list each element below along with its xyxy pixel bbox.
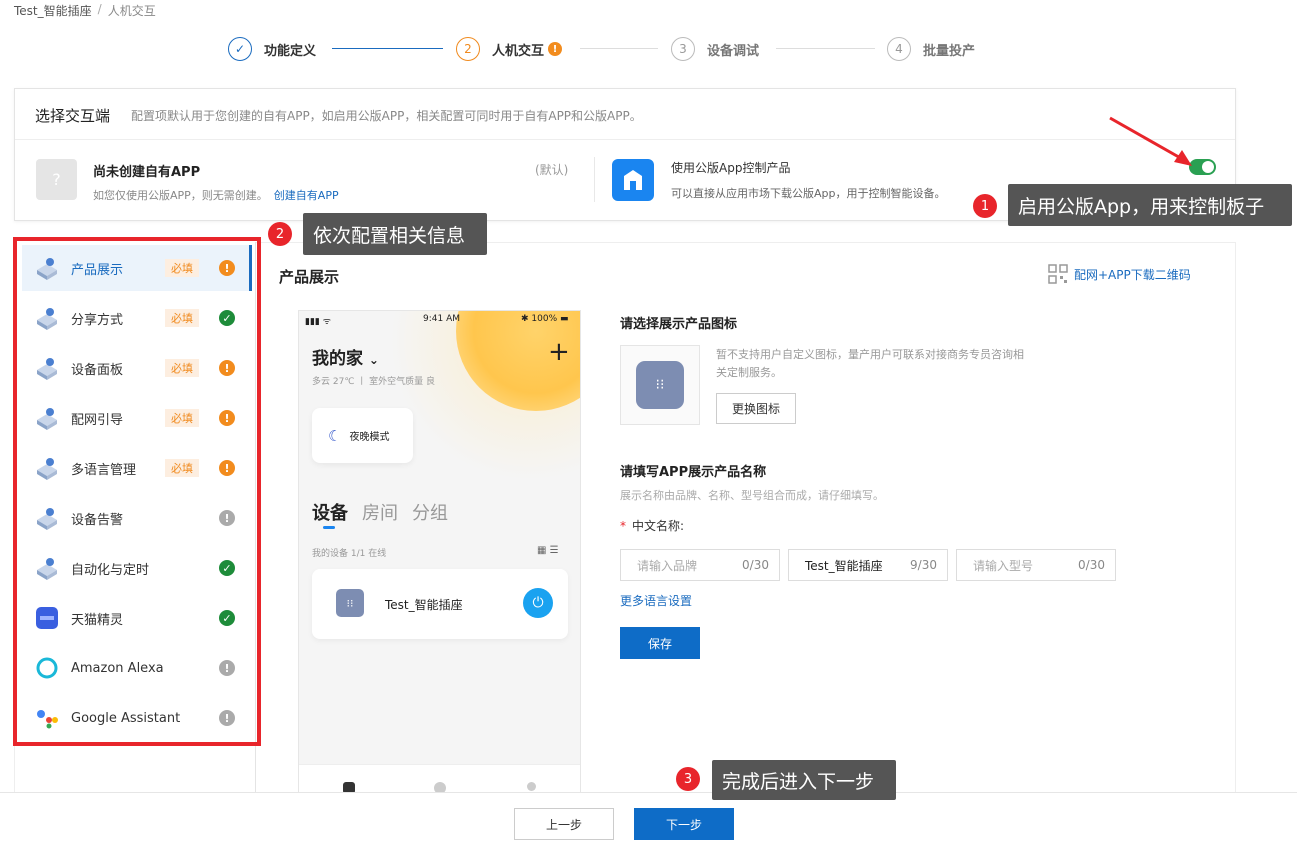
- qr-code-link[interactable]: 配网+APP下载二维码: [1048, 264, 1191, 284]
- icon-note: 暂不支持用户自定义图标，量产用户可联系对接商务专员咨询相关定制服务。: [716, 348, 1024, 379]
- icon-section-title: 请选择展示产品图标: [620, 317, 738, 332]
- breadcrumb-current: 人机交互: [107, 4, 156, 18]
- step-function-definition[interactable]: ✓ 功能定义: [228, 37, 316, 61]
- step-check-icon: ✓: [228, 37, 252, 61]
- phone-tab-indicator: [323, 526, 335, 529]
- warning-icon: !: [548, 42, 563, 56]
- toggle-knob: [1202, 161, 1214, 173]
- step-number: 2: [456, 37, 480, 61]
- step-connector-3: [776, 48, 875, 49]
- model-input[interactable]: 请输入型号 0/30: [956, 549, 1116, 581]
- public-app-logo-icon: [612, 159, 654, 201]
- phone-weather: 多云 27℃ 丨 室外空气质量 良: [312, 377, 436, 387]
- breadcrumb-project[interactable]: Test_智能插座: [14, 2, 92, 19]
- page-title: 产品展示: [279, 268, 340, 286]
- char-count: 0/30: [1078, 558, 1105, 572]
- callout-number-2: 2: [268, 222, 292, 246]
- step-connector-1: [332, 48, 443, 49]
- phone-tab-groups: 分组: [412, 503, 448, 524]
- home-name: 我的家: [312, 349, 363, 369]
- public-app-description: 可以直接从应用市场下载公版App，用于控制智能设备。: [671, 187, 946, 200]
- product-name-input[interactable]: Test_智能插座 9/30: [788, 549, 948, 581]
- step-label: 设备调试: [707, 43, 760, 59]
- save-button[interactable]: 保存: [620, 627, 700, 659]
- step-mass-production[interactable]: 4 批量投产: [887, 37, 975, 61]
- previous-step-button[interactable]: 上一步: [514, 808, 614, 840]
- power-icon: ⏻: [523, 588, 553, 618]
- name-section-title: 请填写APP展示产品名称: [620, 465, 767, 480]
- public-app-title: 使用公版App控制产品: [671, 161, 791, 175]
- step-label: 人机交互: [492, 43, 545, 59]
- device-name: Test_智能插座: [385, 598, 463, 612]
- card-title: 选择交互端: [35, 107, 111, 125]
- card-description: 配置项默认用于您创建的自有APP，如启用公版APP，相关配置可同时用于自有APP…: [131, 109, 642, 123]
- phone-tab-rooms: 房间: [362, 503, 398, 524]
- own-app-desc-text: 如您仅使用公版APP，则无需创建。: [93, 189, 268, 202]
- own-app-title: 尚未创建自有APP: [93, 165, 201, 180]
- step-number: 4: [887, 37, 911, 61]
- required-star: *: [620, 519, 626, 533]
- callout-2: 依次配置相关信息: [303, 213, 487, 255]
- create-own-app-link[interactable]: 创建自有APP: [274, 189, 339, 202]
- socket-icon: ⁝⁝: [336, 589, 364, 617]
- divider: [15, 139, 1235, 140]
- chevron-down-icon: ⌄: [368, 353, 379, 367]
- chinese-name-label-text: 中文名称:: [632, 519, 685, 533]
- profile-nav-icon: [527, 782, 536, 791]
- product-name-value: Test_智能插座: [805, 558, 883, 573]
- plus-icon: +: [548, 337, 570, 367]
- default-tag: (默认): [535, 163, 569, 177]
- sidebar-highlight-box: [13, 237, 261, 746]
- callout-number-1: 1: [973, 194, 997, 218]
- callout-arrow-icon: [1109, 116, 1192, 166]
- char-count: 0/30: [742, 558, 769, 572]
- change-icon-button[interactable]: 更换图标: [716, 393, 796, 424]
- chinese-name-label: * 中文名称:: [620, 517, 684, 534]
- step-human-interaction[interactable]: 2 人机交互 !: [456, 37, 563, 61]
- breadcrumb: Test_智能插座 / 人机交互: [14, 2, 156, 19]
- model-input-placeholder: 请输入型号: [973, 558, 1034, 573]
- device-card: ⁝⁝ Test_智能插座 ⏻: [312, 569, 568, 639]
- step-number: 3: [671, 37, 695, 61]
- signal-icon: ▮▮▮ ᯤ: [305, 317, 331, 327]
- phone-preview: ▮▮▮ ᯤ 9:41 AM ✱ 100% ▬ 我的家 ⌄ + 多云 27℃ 丨 …: [298, 310, 581, 810]
- qr-code-link-label: 配网+APP下载二维码: [1074, 267, 1191, 282]
- name-section-description: 展示名称由品牌、名称、型号组合而成，请仔细填写。: [620, 489, 884, 502]
- own-app-placeholder-icon: ?: [36, 159, 77, 200]
- my-devices-label: 我的设备 1/1 在线: [312, 549, 387, 559]
- phone-tab-devices: 设备: [312, 503, 348, 524]
- char-count: 9/30: [910, 558, 937, 572]
- step-label: 功能定义: [264, 43, 317, 59]
- callout-1: 启用公版App，用来控制板子: [1008, 184, 1292, 226]
- brand-input-placeholder: 请输入品牌: [637, 558, 698, 573]
- phone-home-title: 我的家 ⌄: [312, 344, 379, 369]
- step-connector-2: [580, 48, 658, 49]
- moon-icon: ☾: [328, 426, 342, 445]
- battery-icon: ✱ 100% ▬: [521, 314, 569, 324]
- vertical-divider: [594, 157, 595, 202]
- qr-code-icon: [1048, 264, 1068, 284]
- more-language-settings-link[interactable]: 更多语言设置: [620, 592, 692, 609]
- step-label: 批量投产: [923, 43, 976, 59]
- product-icon-preview: ⁝⁝: [620, 345, 700, 425]
- next-step-button[interactable]: 下一步: [634, 808, 734, 840]
- night-mode-label: 夜晚模式: [349, 432, 390, 443]
- step-device-debug[interactable]: 3 设备调试: [671, 37, 759, 61]
- phone-time: 9:41 AM: [423, 314, 460, 324]
- view-toggle-icon: ▦ ☰: [537, 545, 559, 556]
- own-app-description: 如您仅使用公版APP，则无需创建。 创建自有APP: [93, 187, 339, 203]
- callout-number-3: 3: [676, 767, 700, 791]
- night-mode-card: ☾ 夜晚模式: [312, 408, 413, 463]
- phone-tabs: 设备 房间 分组: [312, 499, 448, 525]
- callout-3: 完成后进入下一步: [712, 760, 896, 800]
- brand-input[interactable]: 请输入品牌 0/30: [620, 549, 780, 581]
- socket-icon: ⁝⁝: [636, 361, 684, 409]
- breadcrumb-separator: /: [97, 2, 102, 16]
